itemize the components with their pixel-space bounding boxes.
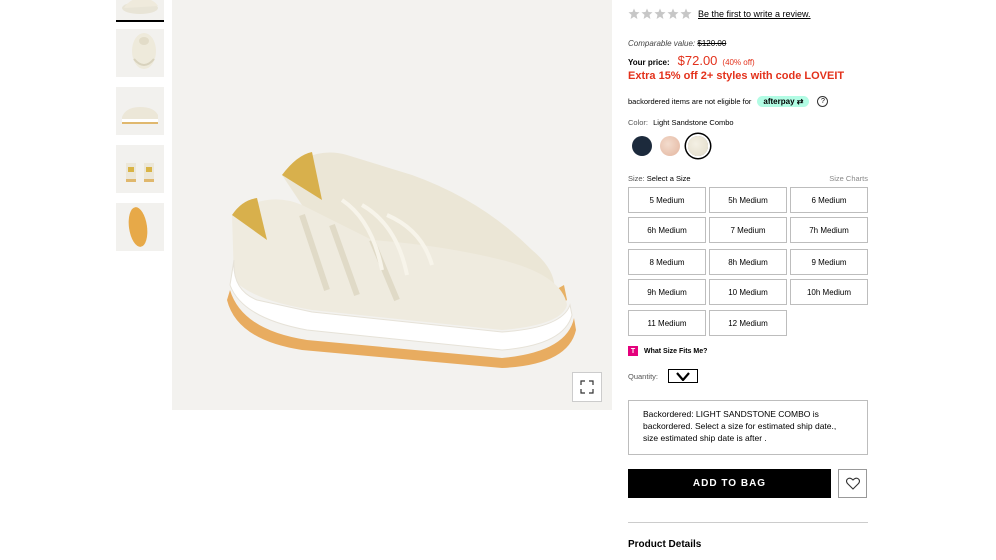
size-option[interactable]: 7 Medium [709, 217, 787, 243]
star-icon [641, 8, 653, 19]
color-swatches [632, 136, 716, 156]
sneaker-illustration [227, 152, 576, 368]
size-option[interactable]: 8h Medium [709, 249, 787, 275]
star-icon [654, 8, 666, 19]
size-option[interactable]: 7h Medium [790, 217, 868, 243]
quantity-select[interactable] [668, 369, 699, 383]
star-icon [680, 8, 692, 19]
size-option[interactable]: 8 Medium [628, 249, 706, 275]
sale-price: $72.00 [677, 53, 718, 68]
what-size-fits-link[interactable]: T What Size Fits Me? [628, 346, 707, 356]
discount-percent: (40% off) [722, 58, 755, 67]
afterpay-badge-label: afterpay [763, 97, 795, 106]
color-label-row: Color: Light Sandstone Combo [628, 118, 734, 127]
size-option[interactable]: 9h Medium [628, 279, 706, 305]
product-details-heading[interactable]: Product Details [628, 539, 701, 550]
color-value: Light Sandstone Combo [653, 118, 734, 127]
your-price-row: Your price: $72.00 (40% off) [628, 53, 755, 68]
add-to-bag-button[interactable]: ADD TO BAG [628, 469, 831, 498]
promo-message: Extra 15% off 2+ styles with code LOVEIT [628, 70, 845, 82]
size-option[interactable]: 11 Medium [628, 310, 706, 336]
quantity-label: Quantity: [628, 371, 659, 381]
expand-icon[interactable] [572, 372, 602, 402]
your-price-label: Your price: [628, 58, 670, 67]
size-option[interactable]: 6h Medium [628, 217, 706, 243]
afterpay-row: backordered items are not eligible for a… [628, 96, 868, 107]
thumbnail-2[interactable] [116, 29, 164, 77]
afterpay-text: backordered items are not eligible for [628, 97, 752, 106]
thumbnail-4[interactable] [116, 145, 164, 193]
comparable-value: Comparable value: $120.00 [628, 39, 726, 48]
size-charts-link[interactable]: Size Charts [829, 174, 868, 183]
star-rating [628, 8, 692, 20]
size-option[interactable]: 10h Medium [790, 279, 868, 305]
size-header: Size: Select a Size Size Charts [628, 174, 868, 183]
true-fit-logo: T [628, 346, 638, 356]
size-option[interactable]: 10 Medium [709, 279, 787, 305]
size-label: Size: [628, 174, 645, 183]
size-option[interactable]: 5h Medium [709, 187, 787, 213]
size-option[interactable]: 9 Medium [790, 249, 868, 275]
size-option[interactable]: 5 Medium [628, 187, 706, 213]
thumbnail-3[interactable] [116, 87, 164, 135]
thumbnail-1[interactable] [116, 0, 164, 22]
write-review-link[interactable]: Be the first to write a review. [698, 9, 811, 19]
afterpay-logo: afterpay ⇄ [757, 96, 810, 107]
thumbnail-5[interactable] [116, 203, 164, 251]
question-icon[interactable]: ? [817, 96, 829, 107]
size-option[interactable]: 12 Medium [709, 310, 787, 336]
comparable-price: $120.00 [697, 39, 727, 48]
chevron-down-icon [676, 371, 690, 381]
swatch-navy[interactable] [632, 136, 652, 156]
main-product-image[interactable] [172, 0, 612, 410]
star-icon [628, 8, 640, 19]
fit-text: What Size Fits Me? [644, 347, 708, 355]
rating-row: Be the first to write a review. [628, 8, 811, 20]
comparable-label: Comparable value: [628, 39, 696, 48]
swatch-blush[interactable] [660, 136, 680, 156]
size-value: Select a Size [646, 174, 691, 183]
wishlist-button[interactable] [838, 469, 867, 498]
swatch-light-sandstone[interactable] [688, 136, 708, 156]
divider [628, 522, 868, 523]
size-option[interactable]: 6 Medium [790, 187, 868, 213]
heart-icon [845, 477, 860, 490]
backorder-message: Backordered: LIGHT SANDSTONE COMBO is ba… [628, 400, 868, 455]
quantity-row: Quantity: [628, 369, 699, 383]
color-label: Color: [628, 118, 649, 127]
star-icon [667, 8, 679, 19]
